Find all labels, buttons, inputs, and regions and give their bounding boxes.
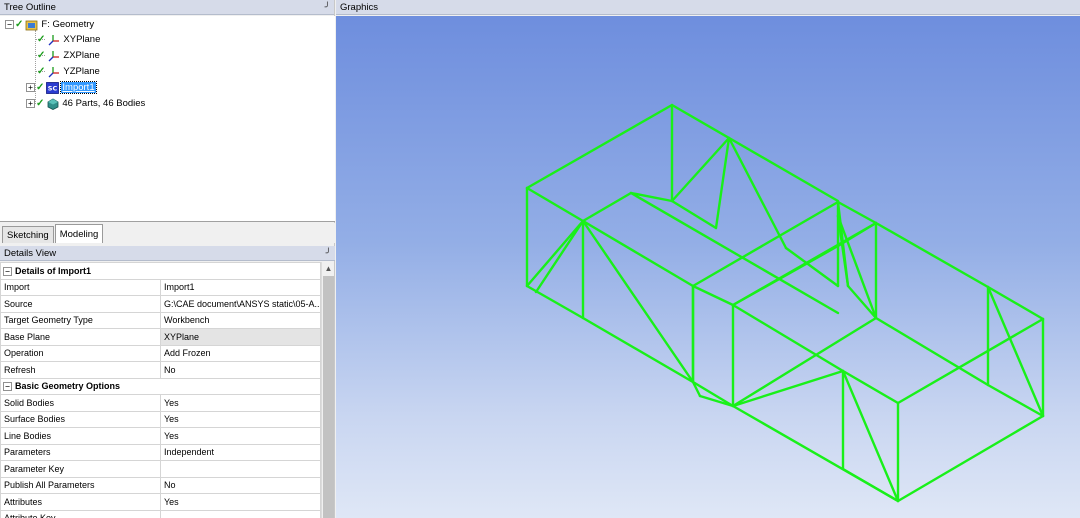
tree-node-import1[interactable]: + ✓ SC Import1 <box>26 80 97 95</box>
property-name: Attributes <box>0 493 161 511</box>
plane-axes-icon <box>48 50 60 61</box>
group-row[interactable]: − Details of Import1 <box>0 262 321 280</box>
table-row[interactable]: Source G:\CAE document\ANSYS static\05-A.… <box>0 295 321 313</box>
details-view-title: Details View <box>4 247 57 259</box>
table-row[interactable]: Publish All Parameters No <box>0 476 321 494</box>
property-name: Source <box>0 295 161 313</box>
tree-node-label[interactable]: XYPlane <box>62 34 101 45</box>
expand-icon[interactable]: + <box>26 99 35 108</box>
tree-outline: − ✓ F: Geometry ✓ XYPlane ✓ ZXPlane ✓ YZ… <box>0 16 335 222</box>
pin-icon[interactable]: ╯ <box>325 2 330 13</box>
property-name: Attribute Key <box>0 509 161 518</box>
tree-outline-header: Tree Outline ╯ <box>0 0 334 15</box>
property-name: Solid Bodies <box>0 394 161 412</box>
graphics-pane: Graphics <box>336 0 1080 518</box>
table-row[interactable]: Surface Bodies Yes <box>0 410 321 428</box>
table-row[interactable]: Operation Add Frozen <box>0 344 321 362</box>
details-view-header: Details View ╯ <box>0 246 335 261</box>
tree-node-label[interactable]: ZXPlane <box>62 50 100 61</box>
scroll-up-icon[interactable]: ▲ <box>322 262 335 275</box>
property-name: Target Geometry Type <box>0 311 161 329</box>
property-value[interactable]: Import1 <box>160 278 321 296</box>
table-row[interactable]: Base Plane XYPlane <box>0 328 321 346</box>
pin-icon[interactable]: ╯ <box>326 248 331 259</box>
details-grid: − Details of Import1 Import Import1 Source… <box>0 262 321 518</box>
plane-axes-icon <box>48 34 60 45</box>
left-pane: Tree Outline ╯ − ✓ F: Geometry ✓ XYPlane <box>0 0 335 518</box>
table-row[interactable]: Import Import1 <box>0 278 321 296</box>
group-title: Basic Geometry Options <box>15 381 121 392</box>
property-value[interactable]: Yes <box>160 410 321 428</box>
tree-node-yzplane[interactable]: ✓ YZPlane <box>36 64 101 79</box>
check-icon: ✓ <box>15 19 24 30</box>
tree-node-label[interactable]: 46 Parts, 46 Bodies <box>61 98 146 109</box>
property-value[interactable]: Independent <box>160 443 321 461</box>
collapse-icon[interactable]: − <box>3 266 12 276</box>
tree-node-label[interactable]: F: Geometry <box>40 19 95 30</box>
expand-icon[interactable]: + <box>26 83 35 92</box>
tab-modeling[interactable]: Modeling <box>54 224 104 243</box>
property-name: Parameter Key <box>0 460 161 478</box>
table-row[interactable]: Solid Bodies Yes <box>0 394 321 412</box>
property-value[interactable]: XYPlane <box>160 328 321 346</box>
collapse-icon[interactable]: − <box>3 382 12 392</box>
property-value[interactable]: Add Frozen <box>160 344 321 362</box>
table-row[interactable]: Line Bodies Yes <box>0 427 321 445</box>
property-name: Surface Bodies <box>0 410 161 428</box>
wireframe-model[interactable] <box>336 16 1080 518</box>
collapse-icon[interactable]: − <box>5 20 14 29</box>
group-row[interactable]: − Basic Geometry Options <box>0 377 321 395</box>
table-row[interactable]: Target Geometry Type Workbench <box>0 311 321 329</box>
details-scrollbar[interactable]: ▲ <box>321 262 334 518</box>
tree-node-parts-bodies[interactable]: + ✓ 46 Parts, 46 Bodies <box>26 96 146 111</box>
property-value[interactable]: Yes <box>160 493 321 511</box>
parts-bodies-icon <box>47 98 59 110</box>
table-row[interactable]: Attribute Key <box>0 509 321 518</box>
tree-node-label[interactable]: YZPlane <box>62 66 100 77</box>
check-icon: ✓ <box>36 82 45 93</box>
check-icon: ✓ <box>37 34 46 45</box>
property-value[interactable] <box>160 509 321 518</box>
property-name: Parameters <box>0 443 161 461</box>
check-icon: ✓ <box>37 50 46 61</box>
check-icon: ✓ <box>36 98 45 109</box>
tree-outline-title: Tree Outline <box>4 1 56 13</box>
geometry-icon <box>25 20 38 30</box>
svg-text:SC: SC <box>48 84 58 92</box>
property-value[interactable] <box>160 460 321 478</box>
tab-sketching[interactable]: Sketching <box>2 226 54 243</box>
property-value[interactable]: Workbench <box>160 311 321 329</box>
table-row[interactable]: Parameters Independent <box>0 443 321 461</box>
tree-node-geometry[interactable]: − ✓ F: Geometry <box>5 17 95 32</box>
table-row[interactable]: Refresh No <box>0 361 321 379</box>
property-name: Refresh <box>0 361 161 379</box>
property-name: Base Plane <box>0 328 161 346</box>
mode-tabs: Sketching Modeling <box>0 223 335 243</box>
import-sc-icon: SC <box>46 81 60 94</box>
tree-node-label[interactable]: Import1 <box>60 81 97 94</box>
group-title: Details of Import1 <box>15 265 92 276</box>
plane-axes-icon <box>48 66 60 77</box>
graphics-viewport[interactable] <box>336 16 1080 518</box>
property-name: Import <box>0 278 161 296</box>
property-value[interactable]: Yes <box>160 394 321 412</box>
property-value[interactable]: G:\CAE document\ANSYS static\05-A... <box>160 295 321 313</box>
tree-node-xyplane[interactable]: ✓ XYPlane <box>36 32 101 47</box>
tree-node-zxplane[interactable]: ✓ ZXPlane <box>36 48 101 63</box>
table-row[interactable]: Parameter Key <box>0 460 321 478</box>
property-name: Publish All Parameters <box>0 476 161 494</box>
check-icon: ✓ <box>37 66 46 77</box>
property-value[interactable]: No <box>160 476 321 494</box>
graphics-title: Graphics <box>340 1 379 13</box>
graphics-header: Graphics <box>336 0 1080 15</box>
property-name: Line Bodies <box>0 427 161 445</box>
details-table: − Details of Import1 Import Import1 Source… <box>0 262 321 518</box>
table-row[interactable]: Attributes Yes <box>0 493 321 511</box>
property-name: Operation <box>0 344 161 362</box>
property-value[interactable]: Yes <box>160 427 321 445</box>
property-value[interactable]: No <box>160 361 321 379</box>
scroll-thumb[interactable] <box>323 276 334 518</box>
